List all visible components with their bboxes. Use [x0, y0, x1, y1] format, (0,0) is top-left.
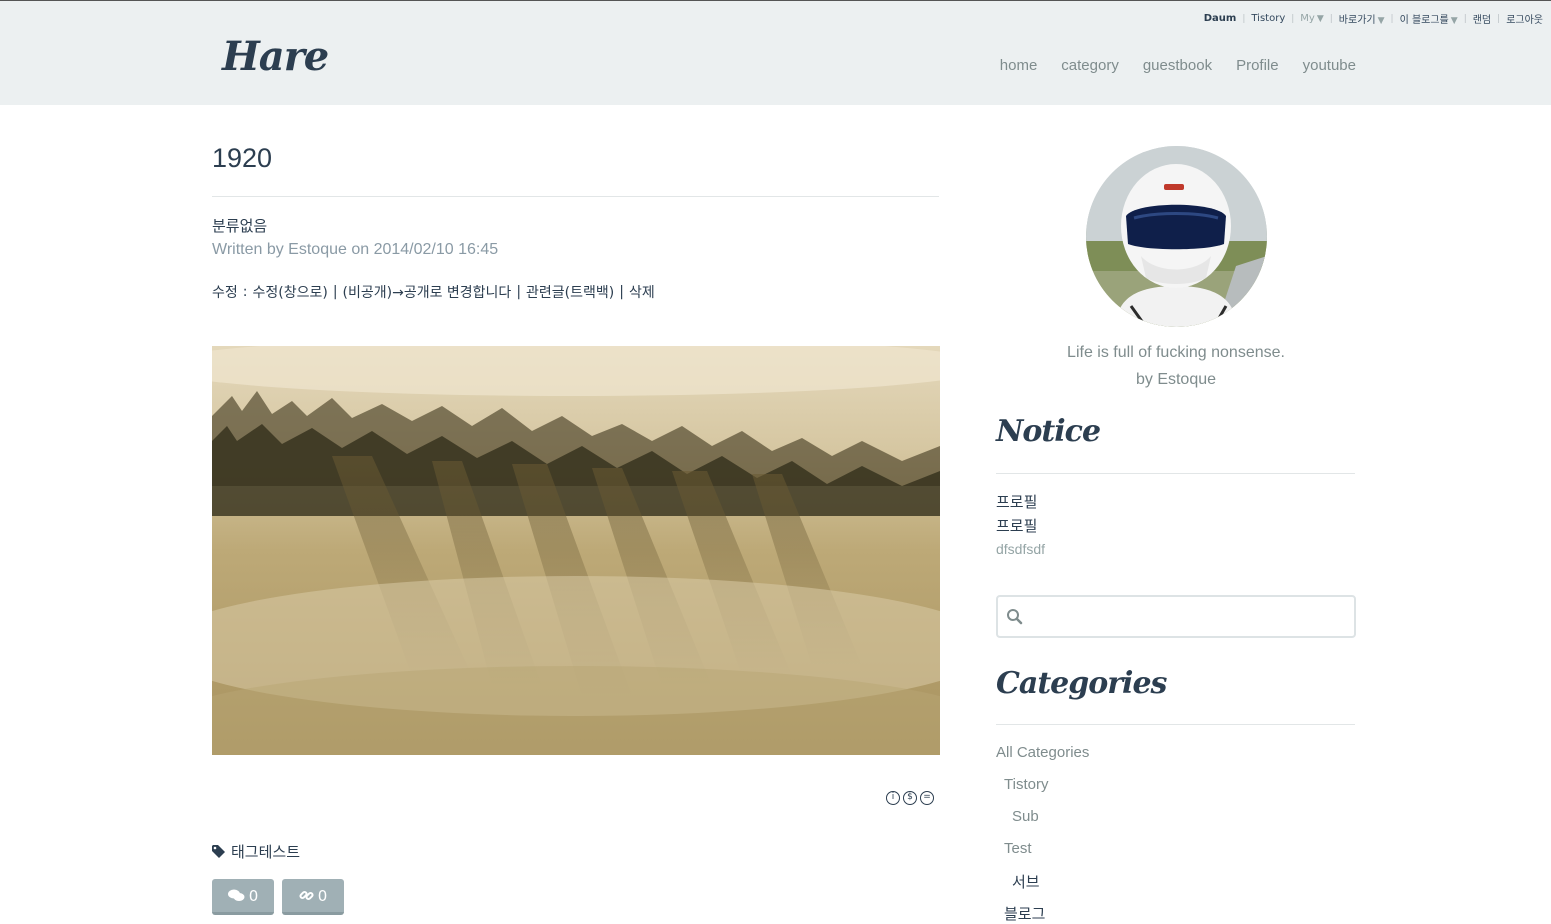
- topbar-shortcut-label: 바로가기: [1338, 15, 1376, 26]
- category-all[interactable]: All Categories: [996, 744, 1089, 761]
- topbar-daum-link[interactable]: Daum: [1204, 13, 1237, 24]
- top-utility-bar: Daum | Tistory | My ▼ | 바로가기 ▼ | 이 블로그를 ▼ |…: [1204, 11, 1543, 26]
- comment-count: 0: [248, 886, 259, 905]
- tag-link[interactable]: 태그테스트: [231, 841, 300, 862]
- helmet-rider-avatar-illustration: [1086, 146, 1267, 327]
- tagline-author: by Estoque: [1135, 371, 1217, 388]
- no-derivatives-icon[interactable]: =: [920, 791, 934, 805]
- category-tistory[interactable]: Tistory: [1004, 776, 1048, 793]
- search-box: [996, 595, 1356, 638]
- nav-youtube[interactable]: youtube: [1303, 57, 1356, 74]
- nav-category[interactable]: category: [1061, 57, 1119, 74]
- post-image: [212, 346, 940, 755]
- divider: [996, 724, 1355, 725]
- topbar-shortcut-menu[interactable]: 바로가기 ▼: [1339, 11, 1385, 26]
- separator: |: [1390, 13, 1394, 24]
- post-action-buttons: 0 0: [212, 879, 344, 915]
- separator: |: [1242, 13, 1246, 24]
- separator: |: [1291, 13, 1295, 24]
- post-category[interactable]: 분류없음: [212, 215, 267, 236]
- topbar-my-menu[interactable]: My ▼: [1300, 13, 1323, 24]
- search-input[interactable]: [1030, 603, 1344, 631]
- divider: [996, 473, 1355, 474]
- separator: |: [619, 284, 624, 300]
- topbar-tistory-link[interactable]: Tistory: [1251, 13, 1285, 24]
- nav-guestbook[interactable]: guestbook: [1143, 57, 1212, 74]
- link-icon: [299, 890, 314, 901]
- site-logo[interactable]: Hare: [222, 33, 329, 80]
- tag-icon: [212, 845, 225, 858]
- notice-item[interactable]: 프로필: [996, 491, 1037, 512]
- separator: |: [516, 284, 522, 300]
- nav-profile[interactable]: Profile: [1236, 57, 1279, 74]
- topbar-this-blog-label: 이 블로그를: [1399, 15, 1449, 26]
- comments-icon: [227, 889, 245, 901]
- post-meta: Written by Estoque on 2014/02/10 16:45: [212, 241, 499, 258]
- search-icon[interactable]: [1006, 608, 1024, 626]
- post-title[interactable]: 1920: [212, 143, 272, 174]
- topbar-my-label: My: [1300, 13, 1315, 24]
- separator: |: [332, 284, 338, 300]
- comments-button[interactable]: 0: [212, 879, 274, 915]
- site-header: Daum | Tistory | My ▼ | 바로가기 ▼ | 이 블로그를 ▼ |…: [0, 0, 1551, 105]
- attribution-icon[interactable]: i: [886, 791, 900, 805]
- topbar-random-link[interactable]: 랜덤: [1473, 11, 1491, 26]
- categories-heading: Categories: [996, 666, 1167, 701]
- notice-heading: Notice: [996, 414, 1101, 449]
- dropdown-arrow-icon: ▼: [1316, 14, 1324, 24]
- visibility-toggle-link[interactable]: (비공개)→공개로 변경합니다: [343, 282, 512, 302]
- trackback-link[interactable]: 관련글(트랙백): [526, 282, 614, 302]
- separator: |: [1463, 13, 1467, 24]
- dropdown-arrow-icon: ▼: [1377, 16, 1385, 26]
- avatar: [1086, 146, 1267, 327]
- topbar-logout-link[interactable]: 로그아웃: [1506, 11, 1543, 26]
- notice-item[interactable]: 프로필: [996, 515, 1037, 536]
- category-test[interactable]: Test: [1004, 840, 1032, 857]
- edit-label[interactable]: 수정: [212, 282, 238, 302]
- license-icons: i $ =: [886, 791, 934, 805]
- separator: |: [1329, 13, 1333, 24]
- main-nav: home category guestbook Profile youtube: [1000, 57, 1356, 74]
- profile-tagline: Life is full of fucking nonsense. by Est…: [1000, 339, 1352, 393]
- topbar-this-blog-menu[interactable]: 이 블로그를 ▼: [1400, 11, 1458, 26]
- category-seobeu[interactable]: 서브: [1012, 871, 1040, 892]
- colon: :: [242, 284, 248, 300]
- post-admin-links: 수정 : 수정(창으로) | (비공개)→공개로 변경합니다 | 관련글(트랙백…: [212, 282, 655, 302]
- trackback-button[interactable]: 0: [282, 879, 344, 915]
- divider: [212, 196, 939, 197]
- separator: |: [1497, 13, 1501, 24]
- delete-link[interactable]: 삭제: [629, 282, 655, 302]
- post-tags: 태그테스트: [212, 841, 300, 862]
- trackback-count: 0: [317, 886, 328, 905]
- tagline-quote: Life is full of fucking nonsense.: [1067, 344, 1285, 361]
- category-sub[interactable]: Sub: [1012, 808, 1039, 825]
- notice-item[interactable]: dfsdfsdf: [996, 541, 1045, 557]
- dropdown-arrow-icon: ▼: [1450, 16, 1458, 26]
- category-blog[interactable]: 블로그: [1004, 903, 1045, 924]
- nav-home[interactable]: home: [1000, 57, 1038, 74]
- edit-in-window-link[interactable]: 수정(창으로): [252, 282, 327, 302]
- foggy-forest-illustration: [212, 346, 940, 755]
- noncommercial-icon[interactable]: $: [903, 791, 917, 805]
